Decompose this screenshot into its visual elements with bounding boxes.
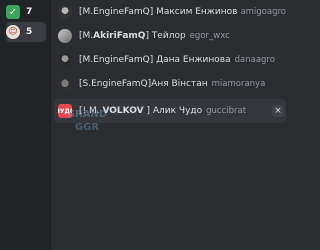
list-item[interactable]: [M.EngineFamQ] Максим Енжинов amigoagro xyxy=(54,0,286,24)
avatar xyxy=(58,53,72,67)
username: danaagro xyxy=(234,55,275,65)
list-item[interactable]: [M.EngineFamQ] Дана Енжинова danaagro xyxy=(54,48,286,72)
sidebar-item-faces[interactable]: ☺ 5 xyxy=(6,22,46,42)
check-icon: ✓ xyxy=(6,5,20,19)
username: egor_wxc xyxy=(189,31,230,41)
watermark-logo: GRAND GGR xyxy=(67,109,107,133)
sidebar-item-checked[interactable]: ✓ 7 xyxy=(6,2,46,22)
list-item[interactable]: [S.EngineFamQ]Аня Вінстан miamoranya xyxy=(54,72,286,96)
close-icon[interactable]: × xyxy=(272,105,284,117)
display-name: [M.EngineFamQ] Максим Енжинов xyxy=(79,7,238,17)
watermark-line2: GGR xyxy=(75,122,99,133)
list-item[interactable]: [M.AkiriFamQ] Тейлор egor_wxc xyxy=(54,24,286,48)
avatar xyxy=(58,29,72,43)
display-name: [M.EngineFamQ] Дана Енжинова xyxy=(79,55,231,65)
watermark-line1: GRAND xyxy=(67,109,107,120)
sidebar: ✓ 7 ☺ 5 xyxy=(0,0,51,250)
sidebar-item-count: 7 xyxy=(26,7,33,17)
username: guccibrat xyxy=(206,106,247,116)
display-name: [M.AkiriFamQ] Тейлор xyxy=(79,31,186,41)
username: miamoranya xyxy=(211,79,266,89)
avatar xyxy=(58,77,72,91)
display-name: [S.EngineFamQ]Аня Вінстан xyxy=(79,79,208,89)
avatar xyxy=(58,5,72,19)
sidebar-item-count: 5 xyxy=(26,27,33,37)
username: amigoagro xyxy=(240,7,286,17)
faces-icon: ☺ xyxy=(6,25,20,39)
